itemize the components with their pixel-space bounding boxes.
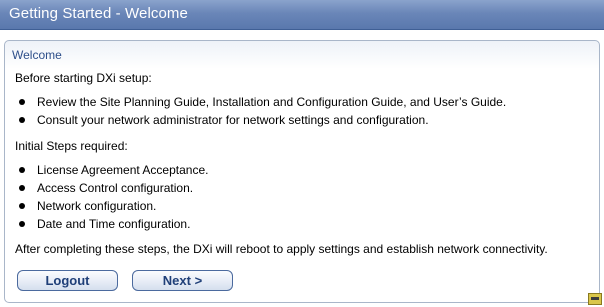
footer-note: After completing these steps, the DXi wi… xyxy=(15,242,548,256)
bullet-icon xyxy=(19,116,25,123)
list-item-text: Consult your network administrator for n… xyxy=(37,113,429,127)
list-item: License Agreement Acceptance. xyxy=(19,163,208,177)
bullet-icon xyxy=(19,220,25,227)
logout-button[interactable]: Logout xyxy=(17,270,118,291)
steps-heading: Initial Steps required: xyxy=(15,139,128,153)
list-item-text: Network configuration. xyxy=(37,199,157,213)
list-item-text: Date and Time configuration. xyxy=(37,217,191,231)
welcome-panel: Welcome Before starting DXi setup: Revie… xyxy=(4,40,600,303)
window-title: Getting Started - Welcome xyxy=(9,5,188,22)
bullet-icon xyxy=(19,184,25,191)
bullet-icon xyxy=(19,98,25,105)
resize-grip-icon[interactable] xyxy=(588,293,602,305)
list-item: Network configuration. xyxy=(19,199,156,213)
page: Getting Started - Welcome Welcome Before… xyxy=(0,0,604,307)
next-button[interactable]: Next > xyxy=(132,270,233,291)
list-item-text: License Agreement Acceptance. xyxy=(37,163,209,177)
list-item: Consult your network administrator for n… xyxy=(19,113,429,127)
panel-heading: Welcome xyxy=(12,48,62,62)
list-item: Date and Time configuration. xyxy=(19,217,190,231)
bullet-icon xyxy=(19,166,25,173)
list-item-text: Access Control configuration. xyxy=(37,181,194,195)
list-item-text: Review the Site Planning Guide, Installa… xyxy=(37,95,507,109)
list-item: Review the Site Planning Guide, Installa… xyxy=(19,95,506,109)
bullet-icon xyxy=(19,202,25,209)
list-item: Access Control configuration. xyxy=(19,181,193,195)
title-bar: Getting Started - Welcome xyxy=(0,0,604,30)
intro-text: Before starting DXi setup: xyxy=(15,71,152,85)
